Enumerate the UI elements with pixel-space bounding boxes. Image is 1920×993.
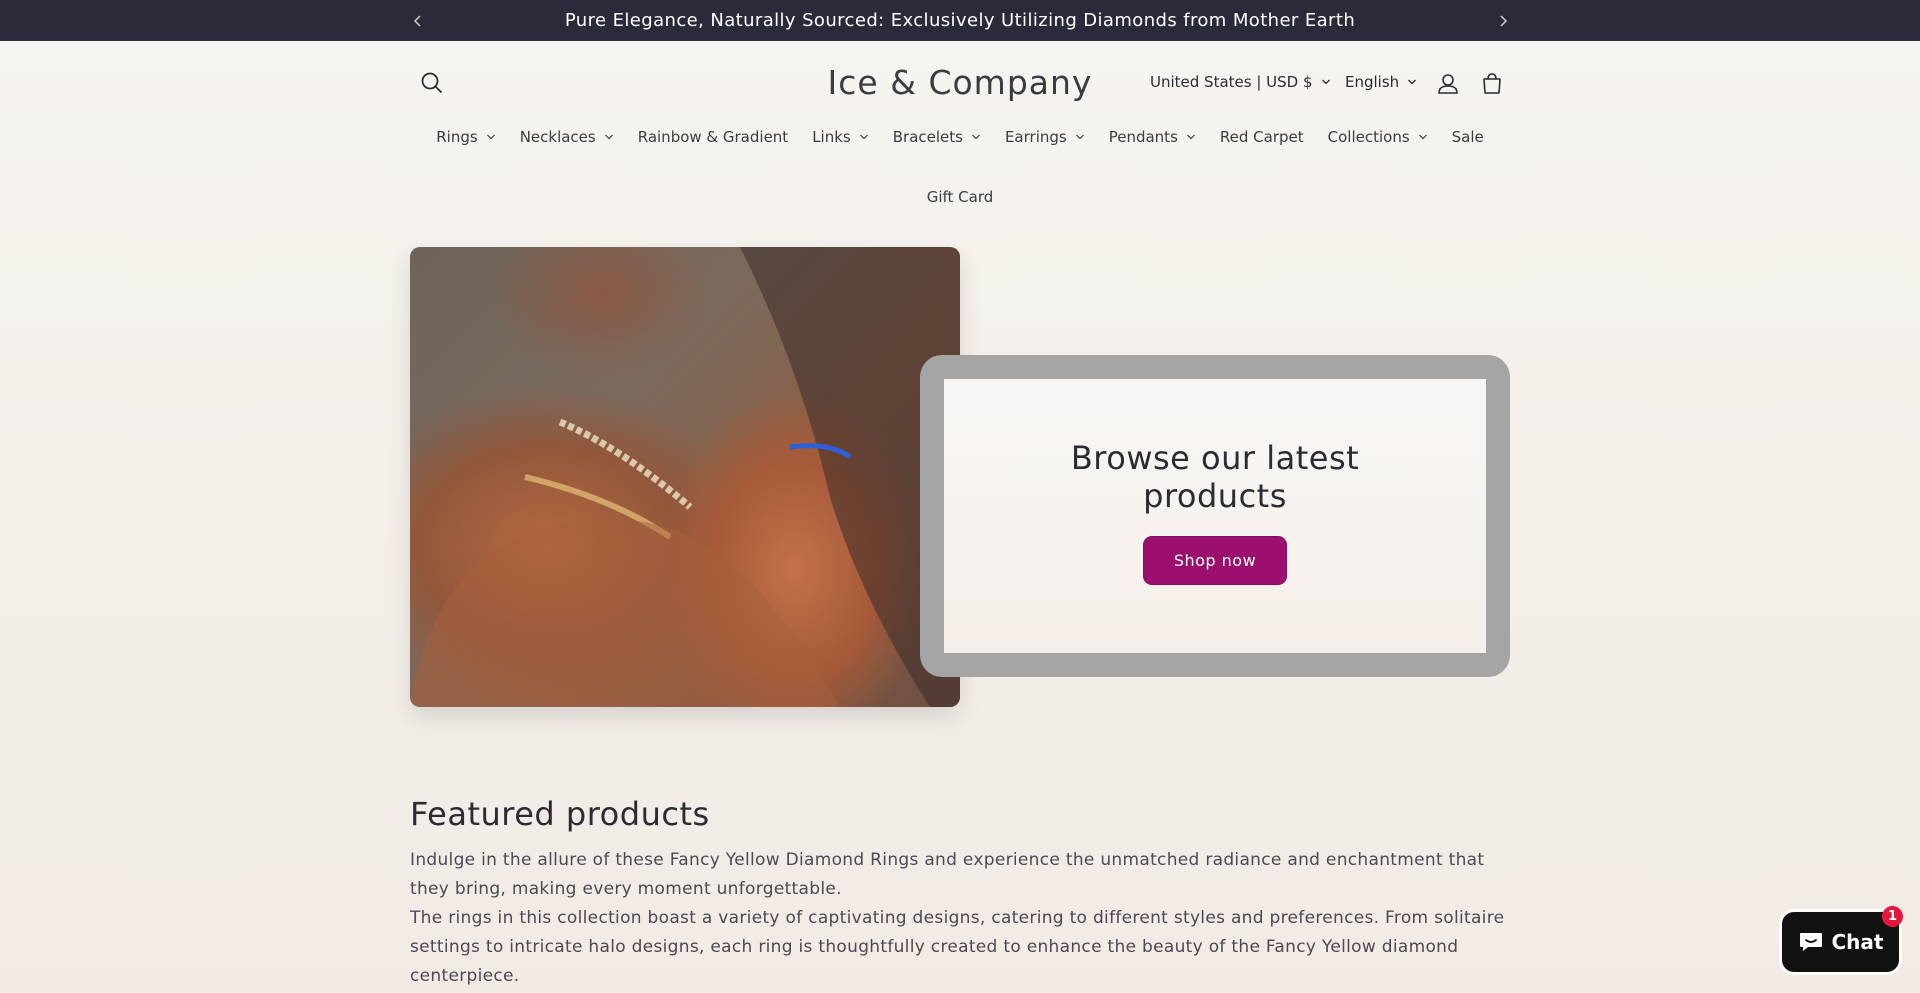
chevron-left-icon (413, 14, 421, 27)
chevron-down-icon (859, 134, 868, 140)
featured-products-description: Indulge in the allure of these Fancy Yel… (410, 846, 1510, 991)
chevron-down-icon (604, 134, 613, 140)
nav-item-label: Links (812, 128, 851, 146)
nav-item-bracelets[interactable]: Bracelets (881, 125, 993, 149)
account-button[interactable] (1434, 70, 1462, 98)
nav-item-label: Bracelets (892, 128, 963, 146)
cart-button[interactable] (1478, 70, 1506, 98)
language-selector-label: English (1345, 73, 1400, 91)
nav-item-label: Gift Card (926, 188, 994, 206)
cart-icon (1483, 73, 1501, 94)
chat-button[interactable]: Chat (1782, 912, 1899, 972)
nav-item-label: Sale (1451, 128, 1484, 146)
nav-item-links[interactable]: Links (800, 125, 881, 149)
shop-now-button[interactable]: Shop now (1144, 536, 1286, 584)
account-icon (1438, 74, 1458, 94)
chevron-down-icon (486, 134, 495, 140)
hero-image-illustration (410, 247, 960, 707)
nav-item-necklaces[interactable]: Necklaces (508, 125, 626, 149)
logo-link[interactable]: Ice & Company (828, 63, 1093, 102)
chevron-down-icon (1186, 134, 1195, 140)
nav-item-label: Earrings (1004, 128, 1067, 146)
site-logo: Ice & Company (0, 63, 1920, 102)
announcement-prev-button[interactable] (403, 0, 433, 41)
hero-title: Browse our latest products (1070, 438, 1360, 515)
chevron-down-icon (1418, 134, 1427, 140)
site-header: Ice & Company United States | USD $ Engl… (0, 41, 1920, 126)
nav-item-earrings[interactable]: Earrings (993, 125, 1097, 149)
hero-content-card: Browse our latest products Shop now (944, 379, 1486, 653)
featured-paragraph-1: Indulge in the allure of these Fancy Yel… (410, 850, 1485, 899)
language-selector[interactable]: English (1345, 73, 1417, 91)
country-selector-label: United States | USD $ (1150, 73, 1313, 91)
chat-notification-badge: 1 (1882, 906, 1903, 927)
nav-item-label: Collections (1327, 128, 1410, 146)
nav-item-rainbow-gradient[interactable]: Rainbow & Gradient (626, 125, 800, 149)
country-selector[interactable]: United States | USD $ (1150, 73, 1331, 91)
announcement-next-button[interactable] (1488, 0, 1518, 41)
chevron-right-icon (1500, 14, 1508, 27)
nav-item-red-carpet[interactable]: Red Carpet (1208, 125, 1316, 149)
nav-item-collections[interactable]: Collections (1316, 125, 1440, 149)
main-navigation: Rings Necklaces Rainbow & Gradient Links… (420, 125, 1500, 209)
hero-image (410, 247, 960, 707)
announcement-bar: Pure Elegance, Naturally Sourced: Exclus… (0, 0, 1920, 41)
nav-item-label: Pendants (1108, 128, 1178, 146)
chevron-down-icon (1321, 79, 1330, 85)
nav-item-pendants[interactable]: Pendants (1097, 125, 1208, 149)
nav-item-label: Rainbow & Gradient (637, 128, 789, 146)
nav-item-gift-card[interactable]: Gift Card (915, 185, 1006, 209)
chat-label: Chat (1831, 930, 1884, 954)
nav-item-label: Red Carpet (1219, 128, 1304, 146)
nav-item-rings[interactable]: Rings (424, 125, 507, 149)
nav-item-label: Necklaces (519, 128, 596, 146)
chevron-down-icon (1075, 134, 1084, 140)
featured-products-title: Featured products (410, 795, 710, 833)
announcement-text: Pure Elegance, Naturally Sourced: Exclus… (564, 10, 1356, 31)
chevron-down-icon (1408, 79, 1417, 85)
nav-item-sale[interactable]: Sale (1440, 125, 1496, 149)
chat-bubble-icon (1799, 933, 1822, 951)
nav-item-label: Rings (436, 128, 478, 146)
featured-paragraph-2: The rings in this collection boast a var… (410, 908, 1505, 986)
chevron-down-icon (972, 134, 980, 140)
